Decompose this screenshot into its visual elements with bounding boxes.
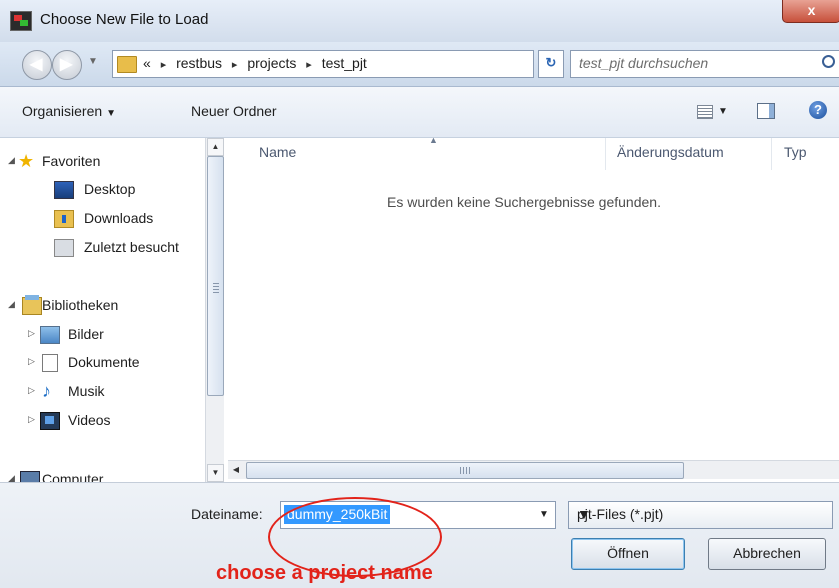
music-icon: ♪ xyxy=(42,381,51,401)
title-bar: Choose New File to Load x xyxy=(0,0,839,43)
nav-item-label: Dokumente xyxy=(68,354,140,370)
address-row: ◀ ▶ ▼ « ▸ restbus ▸ projects ▸ test_pjt … xyxy=(0,42,839,87)
column-header-name[interactable]: Name xyxy=(259,144,296,160)
column-header-type[interactable]: Typ xyxy=(784,144,807,160)
scroll-down-icon[interactable]: ▼ xyxy=(207,464,224,482)
filetype-select[interactable]: pjt-Files (*.pjt) ▼ xyxy=(568,501,833,529)
collapsed-icon[interactable]: ▷ xyxy=(28,414,35,425)
empty-results-message: Es wurden keine Suchergebnisse gefunden. xyxy=(387,194,661,210)
refresh-icon: ↻ xyxy=(545,55,557,70)
libraries-icon xyxy=(22,295,42,315)
back-arrow-icon: ◀ xyxy=(30,56,43,73)
address-bar[interactable]: « ▸ restbus ▸ projects ▸ test_pjt ▼ xyxy=(112,50,635,78)
breadcrumb-overflow[interactable]: « xyxy=(143,55,151,71)
breadcrumb-separator[interactable]: ▸ xyxy=(306,59,312,71)
nav-item-label: Bibliotheken xyxy=(42,297,119,313)
nav-item-label: Bilder xyxy=(68,326,104,342)
nav-item-label: Videos xyxy=(68,412,111,428)
chevron-down-icon[interactable]: ▼ xyxy=(577,506,591,522)
column-divider[interactable] xyxy=(771,138,772,170)
view-options-icon[interactable] xyxy=(697,105,713,119)
column-divider[interactable] xyxy=(605,138,606,170)
cancel-button[interactable]: Abbrechen xyxy=(708,538,826,570)
column-header-modified[interactable]: Änderungsdatum xyxy=(617,144,724,160)
preview-pane-icon[interactable] xyxy=(757,103,775,119)
nav-item-label: Downloads xyxy=(84,210,154,226)
new-folder-button[interactable]: Neuer Ordner xyxy=(191,103,277,119)
breadcrumb: « ▸ restbus ▸ projects ▸ test_pjt xyxy=(143,55,367,71)
scrollbar-thumb[interactable] xyxy=(207,156,224,396)
forward-arrow-icon: ▶ xyxy=(60,56,73,73)
forward-button[interactable]: ▶ xyxy=(52,50,82,80)
close-button[interactable]: x xyxy=(782,0,839,23)
breadcrumb-restbus[interactable]: restbus xyxy=(176,55,222,71)
open-button[interactable]: Öffnen xyxy=(571,538,685,570)
scroll-up-icon[interactable]: ▲ xyxy=(207,138,224,156)
organize-label: Organisieren xyxy=(22,103,103,119)
grip-icon xyxy=(460,467,470,474)
search-icon[interactable] xyxy=(822,55,835,68)
nav-item-label: Musik xyxy=(68,383,105,399)
help-button[interactable]: ? xyxy=(809,101,827,119)
collapsed-icon[interactable]: ▷ xyxy=(28,385,35,396)
file-list-horizontal-scrollbar[interactable]: ◀ xyxy=(228,460,839,479)
search-input[interactable]: test_pjt durchsuchen xyxy=(570,50,839,78)
computer-icon xyxy=(20,471,40,482)
documents-icon xyxy=(42,354,58,372)
nav-item-label: Computer xyxy=(42,471,104,482)
expand-icon[interactable]: ◢ xyxy=(8,473,15,482)
filename-history-dropdown-icon[interactable]: ▼ xyxy=(539,509,549,520)
nav-item-label: Desktop xyxy=(84,181,136,197)
star-icon: ★ xyxy=(18,151,35,171)
nav-pane-scrollbar[interactable]: ▲ ▼ xyxy=(205,138,224,482)
nav-item-label: Zuletzt besucht xyxy=(84,239,179,255)
videos-icon xyxy=(40,412,60,430)
breadcrumb-separator[interactable]: ▸ xyxy=(232,59,238,71)
expand-icon[interactable]: ◢ xyxy=(8,155,15,166)
downloads-folder-icon xyxy=(54,210,74,228)
annotation-text: choose a project name xyxy=(216,562,433,584)
breadcrumb-separator[interactable]: ▸ xyxy=(161,59,167,71)
sort-ascending-icon: ▲ xyxy=(429,135,438,145)
search-placeholder: test_pjt durchsuchen xyxy=(579,55,709,71)
window-title: Choose New File to Load xyxy=(40,11,209,28)
navigation-pane: ◢ ★ Favoriten Desktop Downloads Zuletzt … xyxy=(0,138,205,482)
recent-locations-dropdown[interactable]: ▼ xyxy=(88,56,98,67)
chevron-down-icon: ▼ xyxy=(106,108,117,119)
breadcrumb-projects[interactable]: projects xyxy=(247,55,296,71)
nav-item-label: Favoriten xyxy=(42,153,101,169)
grip-icon xyxy=(213,283,219,295)
filename-label: Dateiname: xyxy=(191,506,263,522)
collapsed-icon[interactable]: ▷ xyxy=(28,356,35,367)
expand-icon[interactable]: ◢ xyxy=(8,299,15,310)
file-list: ▲ Name Änderungsdatum Typ Es wurden kein… xyxy=(224,135,839,482)
organize-button[interactable]: Organisieren ▼ xyxy=(22,103,116,119)
app-icon xyxy=(10,11,32,31)
collapsed-icon[interactable]: ▷ xyxy=(28,328,35,339)
breadcrumb-test-pjt[interactable]: test_pjt xyxy=(322,55,367,71)
scrollbar-thumb[interactable] xyxy=(246,462,684,479)
toolbar: Organisieren ▼ Neuer Ordner ▼ ? xyxy=(0,87,839,138)
recent-places-icon xyxy=(54,239,74,257)
folder-icon xyxy=(117,56,137,73)
scroll-left-icon[interactable]: ◀ xyxy=(228,461,244,478)
refresh-button[interactable]: ↻ xyxy=(538,50,564,78)
back-button[interactable]: ◀ xyxy=(22,50,52,80)
desktop-icon xyxy=(54,181,74,199)
view-options-dropdown-icon[interactable]: ▼ xyxy=(718,106,728,117)
pictures-icon xyxy=(40,326,60,344)
